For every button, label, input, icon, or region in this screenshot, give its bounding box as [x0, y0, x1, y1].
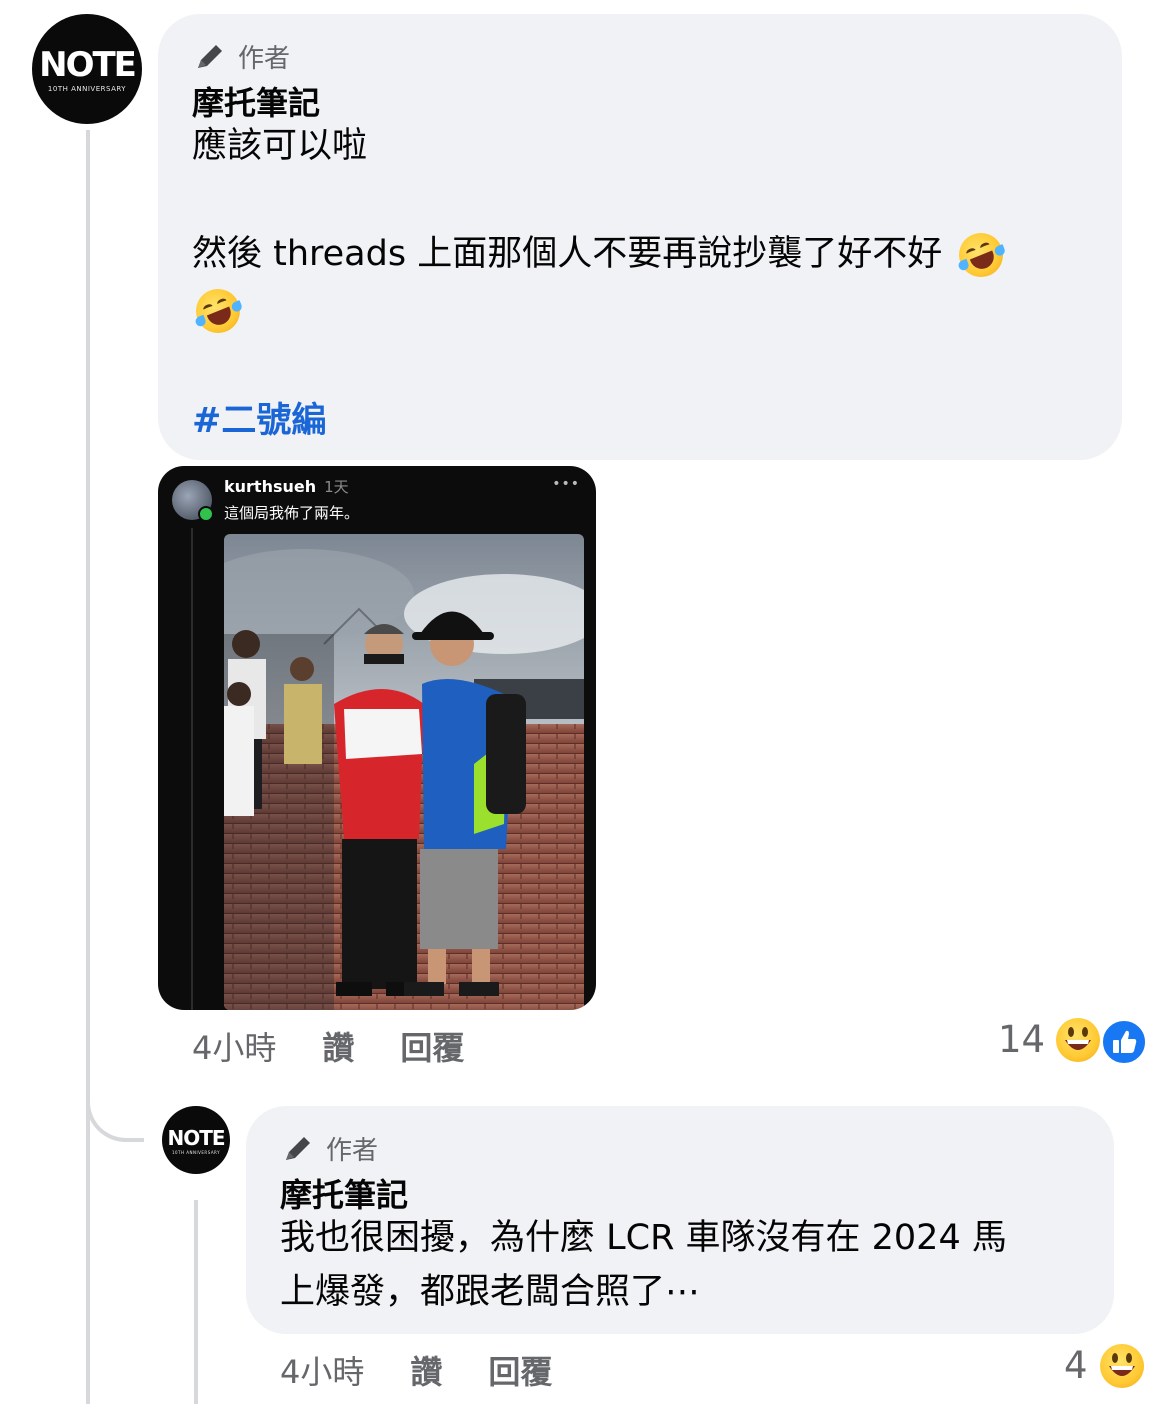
- reply-reply-button[interactable]: 回覆: [488, 1347, 552, 1393]
- rofl-emoji-icon: [189, 281, 247, 340]
- comment-actions: 4小時 讚 回覆: [192, 1020, 464, 1072]
- attached-image[interactable]: kurthsueh 1天 ••• 這個局我佈了兩年。: [158, 466, 596, 1010]
- reply-reaction-count[interactable]: 4: [1064, 1344, 1088, 1387]
- author-badge: 作者: [192, 36, 290, 76]
- reply-button[interactable]: 回覆: [400, 1023, 464, 1069]
- avatar-logo: NOTE: [39, 45, 137, 85]
- author-badge-label: 作者: [238, 43, 291, 74]
- reply-time[interactable]: 4小時: [280, 1347, 364, 1393]
- comment-line-3: [189, 281, 247, 340]
- more-options-icon: •••: [552, 476, 580, 492]
- reply-line-1: 我也很困擾，為什麼 LCR 車隊沒有在 2024 馬: [280, 1218, 1007, 1258]
- grinning-reaction-icon[interactable]: [1056, 1018, 1100, 1062]
- thread-line-main: [86, 130, 90, 1404]
- reply-author-badge-label: 作者: [326, 1135, 379, 1166]
- thread-line-branch: [86, 1094, 144, 1142]
- comment-time[interactable]: 4小時: [192, 1023, 276, 1069]
- comment-line-2: 然後 threads 上面那個人不要再說抄襲了好不好: [192, 226, 1112, 284]
- photo-two-people: [224, 534, 584, 1010]
- pencil-icon: [192, 38, 228, 74]
- reply-like-button[interactable]: 讚: [410, 1347, 442, 1393]
- online-dot-icon: [198, 506, 214, 522]
- comment-line-2-text: 然後 threads 上面那個人不要再說抄襲了好不好: [192, 234, 943, 274]
- pencil-icon: [280, 1130, 316, 1166]
- reply-avatar-sub: 10TH ANNIVERSARY: [171, 1149, 221, 1155]
- thread-line-reply: [194, 1200, 198, 1404]
- threads-time: 1天: [324, 478, 349, 496]
- avatar-sub: 10TH ANNIVERSARY: [47, 85, 127, 93]
- threads-caption: 這個局我佈了兩年。: [224, 504, 360, 522]
- reply-line-2: 上爆發，都跟老闆合照了⋯: [280, 1272, 701, 1312]
- commenter-avatar[interactable]: NOTE 10TH ANNIVERSARY: [32, 14, 142, 124]
- reaction-count[interactable]: 14: [998, 1018, 1045, 1061]
- threads-header: kurthsueh 1天: [224, 476, 349, 497]
- like-reaction-icon[interactable]: [1100, 1018, 1148, 1066]
- threads-username: kurthsueh: [224, 477, 317, 496]
- comment-line-1: 應該可以啦: [192, 126, 368, 166]
- reply-avatar[interactable]: NOTE 10TH ANNIVERSARY: [162, 1106, 230, 1174]
- reply-author-badge: 作者: [280, 1128, 378, 1168]
- like-button[interactable]: 讚: [322, 1023, 354, 1069]
- rofl-emoji-icon: [952, 226, 1010, 284]
- reply-actions: 4小時 讚 回覆: [280, 1344, 552, 1396]
- grinning-reaction-icon[interactable]: [1100, 1344, 1144, 1388]
- reply-avatar-logo: NOTE: [167, 1125, 225, 1150]
- threads-thread-line: [191, 528, 193, 1010]
- hashtag-link[interactable]: #二號編: [192, 392, 326, 443]
